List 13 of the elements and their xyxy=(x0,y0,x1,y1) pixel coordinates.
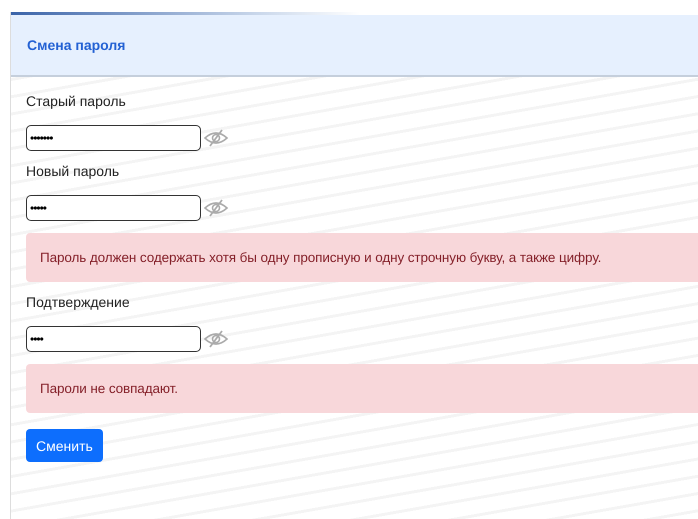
password-field[interactable]: •••• xyxy=(26,326,201,352)
error-alert: Пароли не совпадают. xyxy=(26,364,698,413)
password-field[interactable]: ••••••• xyxy=(26,125,201,151)
hidden-eye-icon[interactable] xyxy=(203,128,229,148)
hidden-eye-icon[interactable] xyxy=(203,329,229,349)
field-label: Новый пароль xyxy=(26,163,120,179)
field-label: Старый пароль xyxy=(26,93,127,109)
hidden-eye-icon[interactable] xyxy=(203,198,229,218)
change-button[interactable]: Сменить xyxy=(26,429,103,462)
field-label: Подтверждение xyxy=(26,294,131,310)
error-alert: Пароль должен содержать хотя бы одну прописную и одну строчную букву, а также цифру. xyxy=(26,233,698,282)
password-field[interactable]: ••••• xyxy=(26,195,201,221)
card-title: Смена пароля xyxy=(27,37,126,53)
